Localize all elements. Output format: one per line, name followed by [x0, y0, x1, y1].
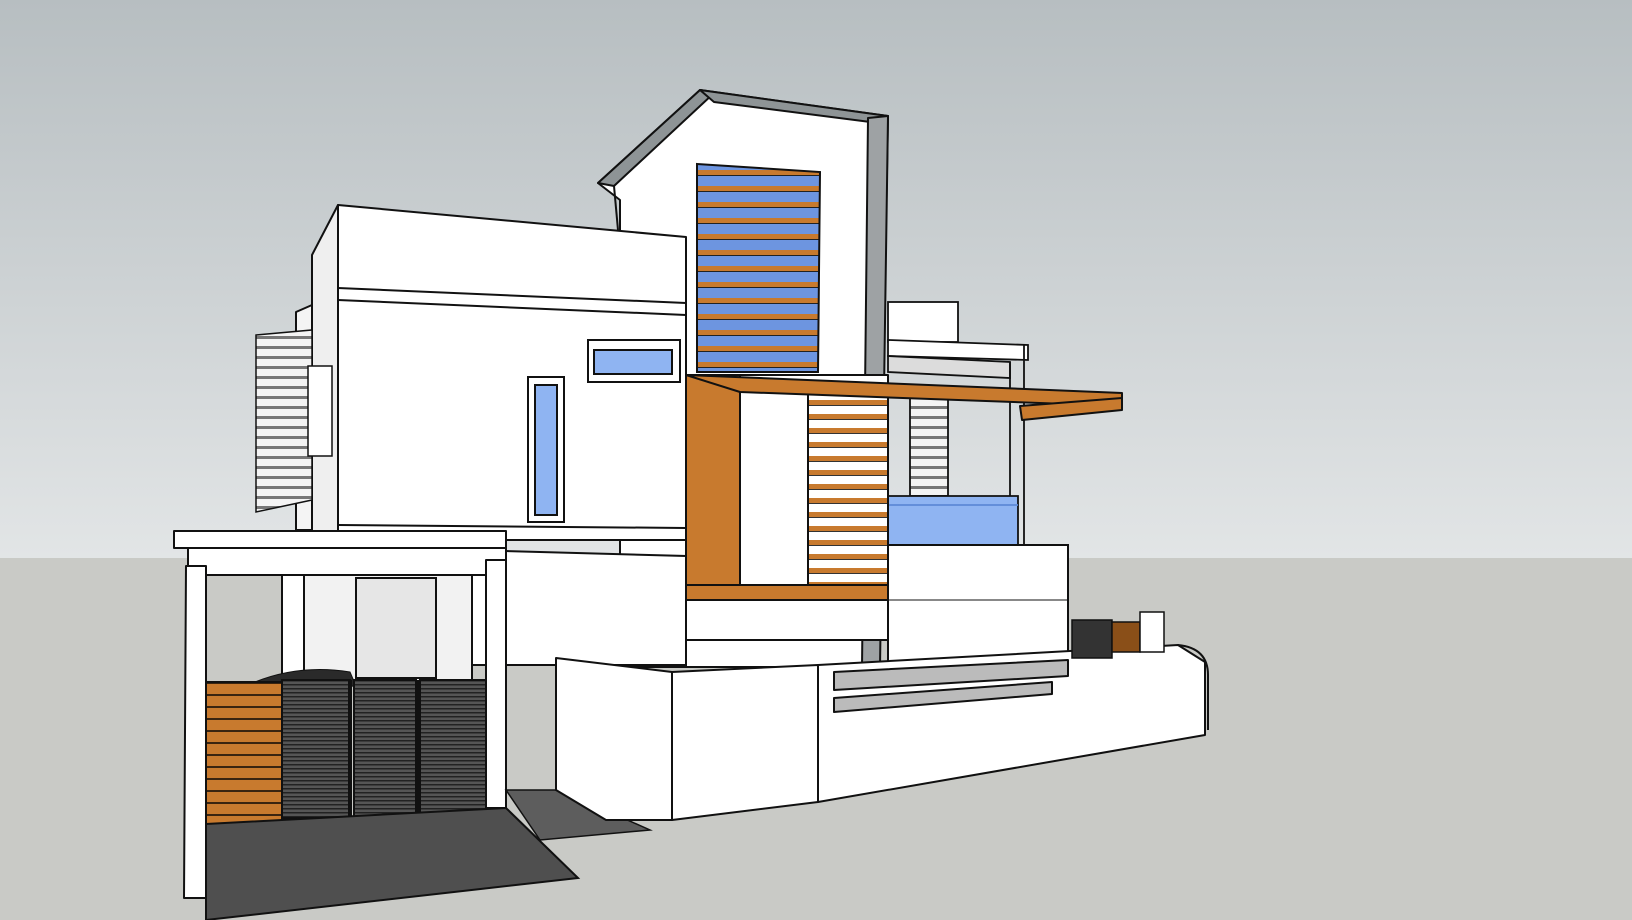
upper-narrow-window	[527, 376, 565, 523]
3d-model-viewport[interactable]	[0, 0, 1632, 920]
tower-louvered-window	[696, 162, 822, 373]
front-gate	[205, 679, 487, 825]
upper-horizontal-window	[587, 339, 681, 383]
lower-right-block	[887, 544, 1069, 670]
house-model-render[interactable]	[0, 0, 1632, 920]
